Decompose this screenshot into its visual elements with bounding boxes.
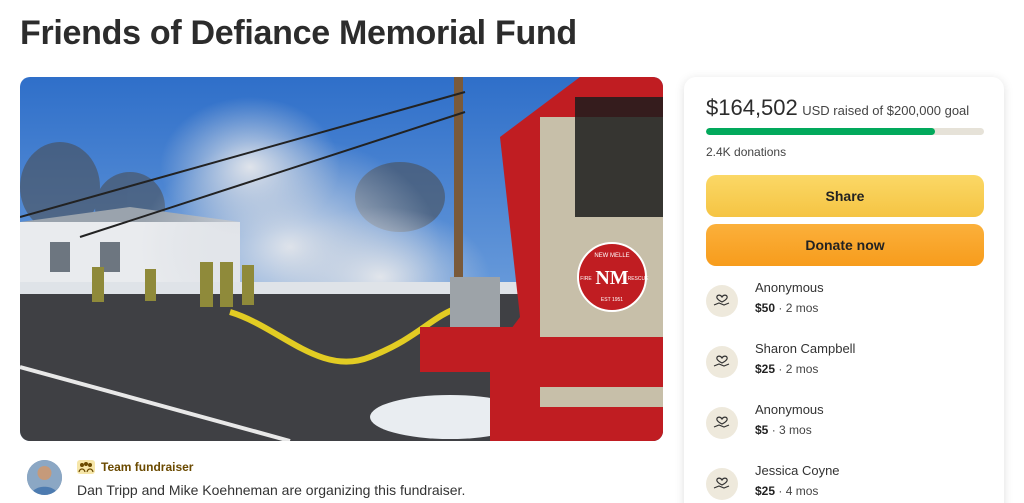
donor-item: Jessica Coyne $25 · 4 mos bbox=[706, 463, 984, 503]
truck-badge-left: FIRE bbox=[580, 276, 592, 282]
donor-amount: $25 bbox=[755, 484, 776, 498]
donor-item: Anonymous $50 · 2 mos bbox=[706, 280, 984, 324]
donor-meta: $25 · 4 mos bbox=[755, 484, 818, 498]
donor-item: Anonymous $5 · 3 mos bbox=[706, 402, 984, 446]
goal-text: USD raised of $200,000 goal bbox=[802, 103, 970, 118]
donor-name: Jessica Coyne bbox=[755, 463, 840, 478]
donor-amount: $5 bbox=[755, 423, 769, 437]
donor-name: Anonymous bbox=[755, 280, 824, 295]
donor-amount: $50 bbox=[755, 301, 776, 315]
team-fundraiser-label: Team fundraiser bbox=[101, 460, 194, 474]
donor-amount: $25 bbox=[755, 362, 776, 376]
truck-badge-top: NEW MELLE bbox=[594, 253, 629, 259]
truck-badge-right: RESCUE bbox=[628, 276, 650, 282]
donate-now-button[interactable]: Donate now bbox=[706, 224, 984, 266]
donor-meta: $5 · 3 mos bbox=[755, 423, 812, 437]
campaign-hero-image[interactable]: NEW MELLE NM FIRE RESCUE EST 1951 bbox=[20, 77, 663, 441]
donor-meta: $25 · 2 mos bbox=[755, 362, 818, 376]
donor-meta: $50 · 2 mos bbox=[755, 301, 818, 315]
donation-heart-hand-icon bbox=[706, 407, 738, 439]
amount-raised: $164,502 bbox=[706, 95, 798, 120]
donation-count: 2.4K donations bbox=[706, 145, 787, 159]
truck-badge-bottom: EST 1951 bbox=[601, 297, 623, 303]
donor-time: · 4 mos bbox=[775, 484, 819, 498]
donor-name: Sharon Campbell bbox=[755, 341, 856, 356]
donation-heart-hand-icon bbox=[706, 285, 738, 317]
progress-bar bbox=[706, 128, 984, 135]
organizer-avatar[interactable] bbox=[27, 460, 62, 495]
page-title: Friends of Defiance Memorial Fund bbox=[20, 14, 577, 52]
donor-name: Anonymous bbox=[755, 402, 824, 417]
team-fundraiser-badge: Team fundraiser bbox=[77, 460, 193, 474]
progress-fill bbox=[706, 128, 935, 135]
truck-badge-monogram: NM bbox=[595, 267, 628, 289]
donation-card: $164,502 USD raised of $200,000 goal 2.4… bbox=[684, 77, 1004, 503]
share-button[interactable]: Share bbox=[706, 175, 984, 217]
team-icon bbox=[77, 460, 95, 474]
donor-item: Sharon Campbell $25 · 2 mos bbox=[706, 341, 984, 385]
amount-raised-line: $164,502 USD raised of $200,000 goal bbox=[706, 95, 969, 121]
donation-heart-hand-icon bbox=[706, 468, 738, 500]
organizer-section: Team fundraiser Dan Tripp and Mike Koehn… bbox=[27, 460, 647, 500]
donor-time: · 2 mos bbox=[775, 301, 819, 315]
organizer-text: Dan Tripp and Mike Koehneman are organiz… bbox=[77, 482, 466, 498]
donation-heart-hand-icon bbox=[706, 346, 738, 378]
donor-time: · 2 mos bbox=[775, 362, 819, 376]
donor-time: · 3 mos bbox=[768, 423, 812, 437]
